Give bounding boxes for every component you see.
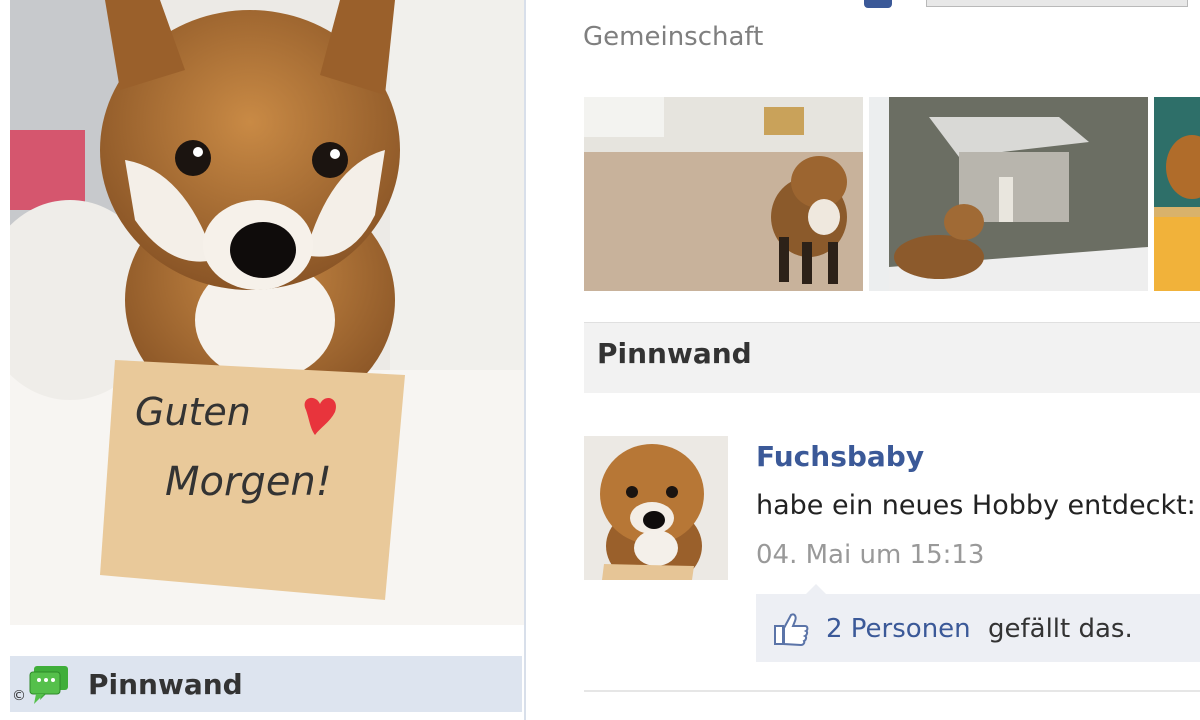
post-timestamp[interactable]: 04. Mai um 15:13 [756, 540, 984, 570]
main-content: Gemeinschaft Pinnwand Fuchsbaby habe ein… [526, 0, 1200, 720]
fox-partial-photo [1154, 97, 1200, 291]
like-summary: 2 Personen gefällt das. [756, 584, 1200, 662]
section-title: Pinnwand [597, 337, 752, 370]
note-line-1: Guten [135, 390, 251, 434]
page-title-fragment [864, 0, 892, 8]
header-button-fragment[interactable] [926, 0, 1188, 7]
fox-avatar-photo [584, 436, 728, 580]
wall-post: Fuchsbaby habe ein neues Hobby entdeckt:… [584, 436, 1200, 696]
photo-thumb[interactable] [584, 97, 863, 291]
post-text: habe ein neues Hobby entdeckt: [756, 490, 1196, 521]
post-author-link[interactable]: Fuchsbaby [756, 440, 924, 473]
photo-thumb[interactable] [1154, 97, 1200, 291]
note-line-2: Morgen! [165, 459, 332, 505]
post-divider [584, 690, 1200, 692]
section-header: Pinnwand [584, 322, 1200, 393]
fox-at-window-photo [869, 97, 1148, 291]
fox-plush-photo: Guten Morgen! [10, 0, 524, 625]
photo-thumb[interactable] [869, 97, 1148, 291]
likes-suffix: gefällt das. [988, 614, 1133, 644]
photo-strip [584, 97, 1200, 291]
sidebar-item-label: Pinnwand [88, 668, 243, 701]
left-column: Guten Morgen! Pinnwand © [0, 0, 526, 720]
page-category: Gemeinschaft [583, 22, 764, 52]
avatar[interactable] [584, 436, 728, 580]
fox-on-floor-photo [584, 97, 863, 291]
profile-photo[interactable]: Guten Morgen! [10, 0, 524, 625]
copyright-mark: © [12, 688, 26, 704]
likes-count-link[interactable]: 2 Personen [826, 614, 971, 644]
thumbs-up-icon [774, 613, 809, 647]
like-box-caret [806, 584, 826, 594]
sidebar-item-pinnwand[interactable]: Pinnwand [10, 656, 522, 712]
speech-bubble-icon [29, 666, 68, 704]
